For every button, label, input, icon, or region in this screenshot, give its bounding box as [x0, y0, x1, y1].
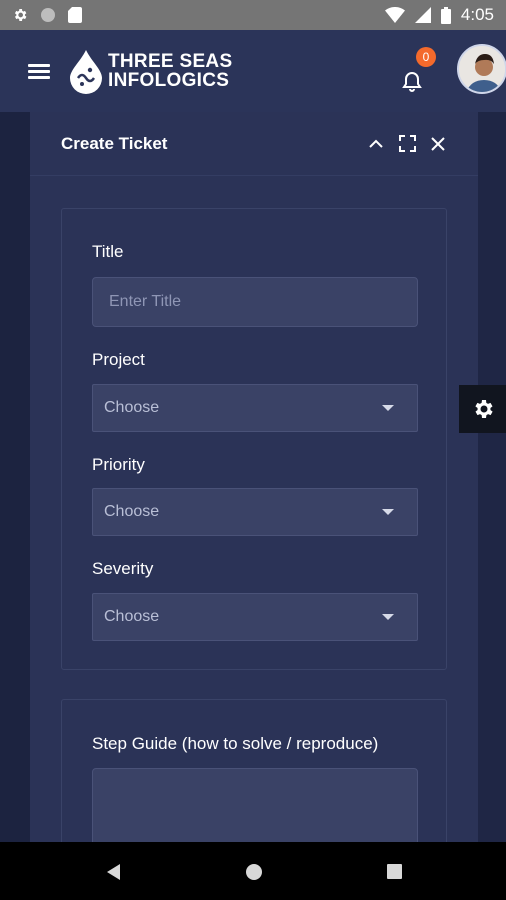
bell-icon[interactable]	[400, 70, 424, 94]
system-nav-bar	[0, 842, 506, 900]
status-time: 4:05	[460, 5, 494, 24]
brand-logo[interactable]: THREE SEAS INFOLOGICS	[68, 48, 232, 94]
chevron-down-icon	[382, 614, 394, 620]
battery-icon	[440, 6, 451, 24]
project-label: Project	[92, 350, 145, 369]
app-header: THREE SEAS INFOLOGICS 0	[0, 30, 506, 112]
priority-select[interactable]: Choose	[92, 488, 418, 536]
project-select-value: Choose	[104, 399, 160, 416]
wifi-icon	[384, 7, 405, 23]
step-guide-label: Step Guide (how to solve / reproduce)	[92, 734, 379, 753]
recents-icon[interactable]	[386, 863, 403, 880]
brand-line2: INFOLOGICS	[108, 70, 230, 91]
brand-line1: THREE SEAS	[108, 51, 233, 72]
menu-icon[interactable]	[28, 64, 50, 80]
signal-icon	[414, 7, 431, 23]
background-right-strip	[478, 112, 506, 842]
collapse-icon[interactable]	[367, 135, 385, 153]
create-ticket-panel: Create Ticket Title Project Choose Prior…	[30, 112, 478, 899]
home-icon[interactable]	[244, 862, 264, 882]
user-photo-icon	[459, 46, 505, 92]
avatar[interactable]	[457, 44, 506, 94]
panel-header: Create Ticket	[30, 112, 478, 176]
close-icon[interactable]	[429, 135, 447, 153]
chevron-down-icon	[382, 405, 394, 411]
severity-select-value: Choose	[104, 608, 160, 625]
status-bar: 4:05	[0, 0, 506, 30]
ticket-details-section: Title Project Choose Priority Choose Sev…	[61, 208, 447, 670]
sd-card-icon	[68, 7, 82, 23]
panel-title: Create Ticket	[61, 133, 168, 153]
fullscreen-icon[interactable]	[398, 135, 416, 153]
drop-logo-icon	[70, 50, 102, 94]
title-label: Title	[92, 242, 124, 261]
priority-select-value: Choose	[104, 503, 160, 520]
back-icon[interactable]	[104, 862, 122, 882]
step-guide-textarea[interactable]	[92, 768, 418, 848]
settings-icon	[12, 7, 28, 23]
chevron-down-icon	[382, 509, 394, 515]
circle-icon	[40, 7, 56, 23]
title-input[interactable]	[92, 277, 418, 327]
gear-icon	[474, 400, 493, 418]
background-left-strip	[0, 112, 30, 842]
project-select[interactable]: Choose	[92, 384, 418, 432]
theme-settings-button[interactable]	[459, 385, 506, 433]
priority-label: Priority	[92, 455, 145, 474]
severity-label: Severity	[92, 559, 154, 578]
notification-badge: 0	[416, 47, 436, 67]
severity-select[interactable]: Choose	[92, 593, 418, 641]
